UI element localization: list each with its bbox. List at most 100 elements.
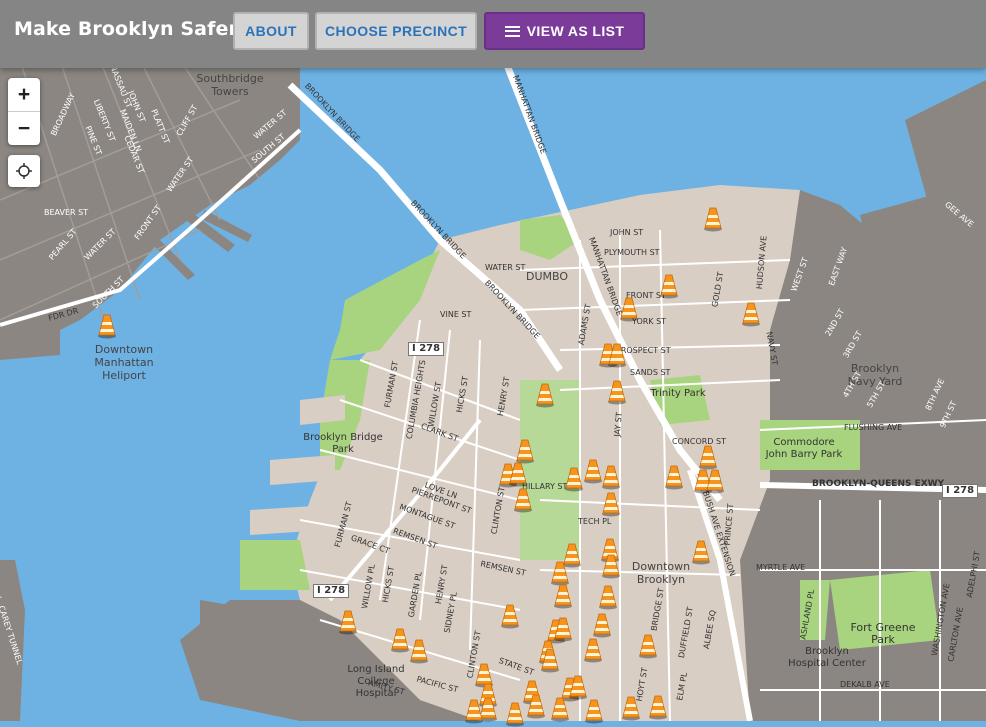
traffic-cone-icon [565, 467, 583, 492]
traffic-cone-icon [410, 639, 428, 664]
traffic-cone-marker[interactable] [508, 461, 528, 487]
traffic-cone-icon [602, 465, 620, 490]
traffic-cone-icon [620, 297, 638, 322]
traffic-cone-icon [699, 445, 717, 470]
traffic-cone-icon [639, 634, 657, 659]
label-dekalb-ave: DEKALB AVE [840, 680, 890, 689]
zoom-in-button[interactable]: + [8, 78, 40, 111]
locate-button[interactable] [8, 155, 40, 187]
traffic-cone-marker[interactable] [705, 468, 725, 494]
label-flushing-ave: FLUSHING AVE [844, 423, 903, 432]
traffic-cone-marker[interactable] [619, 296, 639, 322]
traffic-cone-marker[interactable] [698, 444, 718, 470]
traffic-cone-marker[interactable] [621, 695, 641, 721]
pier [0, 330, 60, 360]
traffic-cone-marker[interactable] [505, 701, 525, 727]
label-plymouth-st: PLYMOUTH ST [604, 248, 660, 257]
traffic-cone-marker[interactable] [601, 553, 621, 579]
label-fort-greene-park: Fort Greene Park [850, 621, 916, 646]
label-tech-pl: TECH PL [578, 517, 612, 526]
traffic-cone-marker[interactable] [703, 206, 723, 232]
label-vine-st: VINE ST [440, 310, 472, 319]
traffic-cone-marker[interactable] [659, 273, 679, 299]
traffic-cone-icon [599, 585, 617, 610]
traffic-cone-icon [585, 699, 603, 724]
label-commodore-barry-park: Commodore John Barry Park [765, 437, 843, 460]
traffic-cone-marker[interactable] [526, 693, 546, 719]
traffic-cone-icon [602, 492, 620, 517]
traffic-cone-marker[interactable] [638, 633, 658, 659]
zoom-out-button[interactable]: − [8, 111, 40, 145]
pier-1 [300, 395, 345, 425]
traffic-cone-icon [602, 554, 620, 579]
traffic-cone-marker[interactable] [535, 382, 555, 408]
traffic-cone-marker[interactable] [568, 674, 588, 700]
i278-shield: I 278 [313, 584, 350, 598]
traffic-cone-marker[interactable] [601, 464, 621, 490]
traffic-cone-icon [608, 343, 626, 368]
traffic-cone-marker[interactable] [564, 466, 584, 492]
traffic-cone-marker[interactable] [607, 379, 627, 405]
traffic-cone-marker[interactable] [540, 647, 560, 673]
label-heliport: Downtown Manhattan Heliport [94, 343, 154, 382]
traffic-cone-icon [569, 675, 587, 700]
label-brooklyn-hospital: Brooklyn Hospital Center [788, 646, 866, 669]
traffic-cone-marker[interactable] [607, 342, 627, 368]
label-water-st-bk: WATER ST [485, 263, 526, 272]
label-trinity-park: Trinity Park [650, 388, 706, 399]
app-title[interactable]: Make Brooklyn Safer [14, 18, 238, 40]
traffic-cone-icon [692, 540, 710, 565]
traffic-cone-icon [536, 383, 554, 408]
label-myrtle-ave: MYRTLE AVE [756, 563, 806, 572]
traffic-cone-marker[interactable] [390, 627, 410, 653]
choose-precinct-button[interactable]: CHOOSE PRECINCT [315, 12, 477, 50]
traffic-cone-icon [527, 694, 545, 719]
traffic-cone-icon [584, 459, 602, 484]
traffic-cone-icon [608, 380, 626, 405]
traffic-cone-marker[interactable] [592, 612, 612, 638]
traffic-cone-marker[interactable] [584, 698, 604, 724]
list-menu-icon [504, 25, 520, 37]
traffic-cone-icon [98, 314, 116, 339]
traffic-cone-marker[interactable] [664, 464, 684, 490]
traffic-cone-icon [584, 638, 602, 663]
traffic-cone-marker[interactable] [553, 583, 573, 609]
about-button[interactable]: ABOUT [233, 12, 309, 50]
traffic-cone-marker[interactable] [601, 491, 621, 517]
traffic-cone-marker[interactable] [464, 698, 484, 724]
label-beaver-st: BEAVER ST [44, 208, 89, 217]
traffic-cone-icon [665, 465, 683, 490]
traffic-cone-marker[interactable] [97, 313, 117, 339]
zoom-control: + − [8, 78, 40, 145]
crosshair-icon [16, 163, 32, 179]
traffic-cone-icon [742, 302, 760, 327]
traffic-cone-marker[interactable] [598, 584, 618, 610]
traffic-cone-icon [660, 274, 678, 299]
i278-shield: I 278 [942, 484, 979, 498]
traffic-cone-icon [593, 613, 611, 638]
traffic-cone-marker[interactable] [583, 458, 603, 484]
traffic-cone-marker[interactable] [513, 487, 533, 513]
traffic-cone-icon [509, 462, 527, 487]
traffic-cone-marker[interactable] [550, 696, 570, 722]
view-as-list-button[interactable]: VIEW AS LIST [484, 12, 645, 50]
traffic-cone-marker[interactable] [583, 637, 603, 663]
map-canvas[interactable]: Southbridge Towers Downtown Manhattan He… [0, 0, 986, 727]
traffic-cone-icon [554, 584, 572, 609]
label-bqe: BROOKLYN-QUEENS EXWY [812, 479, 945, 489]
traffic-cone-icon [541, 648, 559, 673]
pier-2 [270, 455, 335, 485]
view-as-list-label: VIEW AS LIST [526, 23, 625, 39]
traffic-cone-marker[interactable] [648, 694, 668, 720]
traffic-cone-marker[interactable] [409, 638, 429, 664]
traffic-cone-marker[interactable] [691, 539, 711, 565]
traffic-cone-marker[interactable] [500, 603, 520, 629]
traffic-cone-marker[interactable] [741, 301, 761, 327]
traffic-cone-icon [339, 610, 357, 635]
traffic-cone-icon [551, 697, 569, 722]
traffic-cone-marker[interactable] [338, 609, 358, 635]
traffic-cone-icon [506, 702, 524, 727]
traffic-cone-icon [704, 207, 722, 232]
traffic-cone-icon [514, 488, 532, 513]
label-downtown-brooklyn: Downtown Brooklyn [631, 560, 691, 586]
